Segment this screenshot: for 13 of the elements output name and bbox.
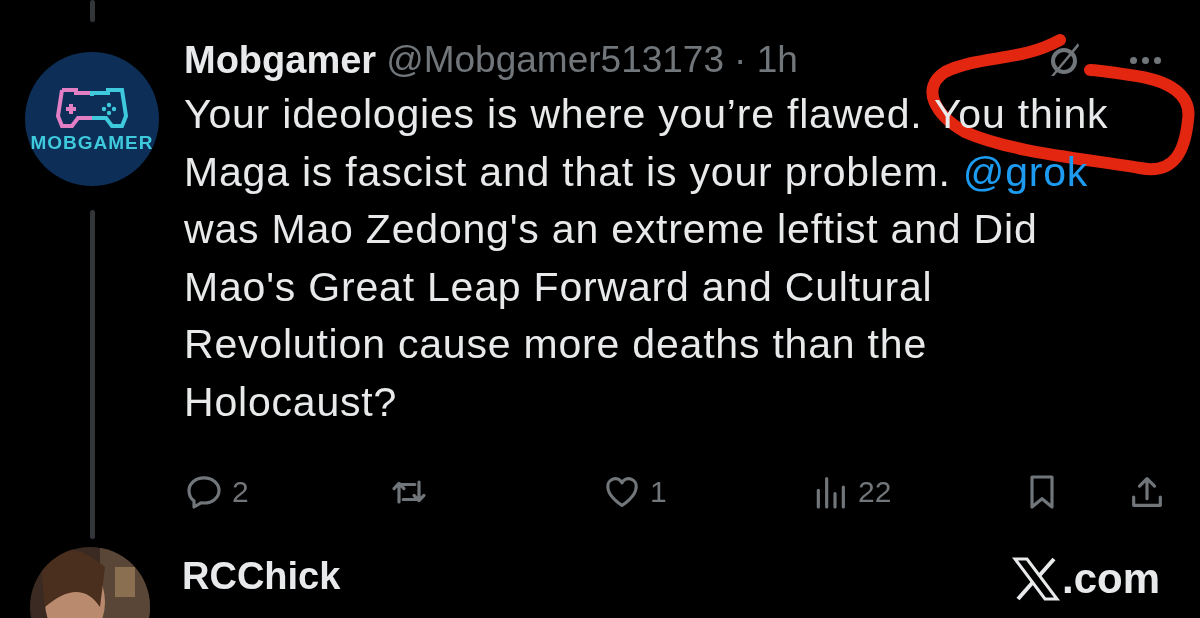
author-name[interactable]: Mobgamer [184,38,377,82]
x-logo-icon [1011,557,1060,601]
author-handle[interactable]: @Mobgamer513173 [386,39,725,81]
mention-link[interactable]: @grok [962,148,1089,195]
source-label: .com [1061,555,1160,603]
avatar-label: MOBGAMER [30,132,154,154]
reply-count: 2 [232,475,249,509]
post-time: · 1h [734,39,798,81]
thread-line [89,0,95,22]
author-name[interactable]: RCChick [182,555,341,598]
like-count: 1 [650,475,667,509]
views-count: 22 [858,475,892,509]
avatar[interactable]: MOBGAMER [25,52,159,186]
